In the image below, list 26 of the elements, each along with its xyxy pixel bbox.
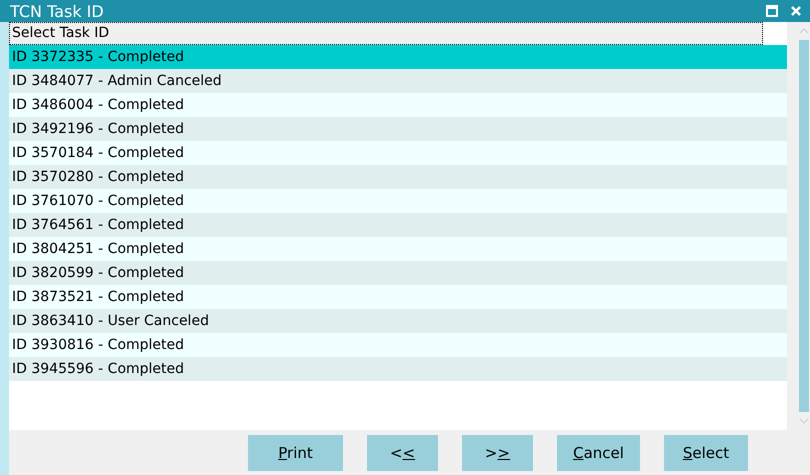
- list-item[interactable]: ID 3873521 - Completed: [9, 285, 787, 309]
- dialog-button[interactable]: Cancel: [557, 434, 640, 470]
- list-item[interactable]: ID 3570184 - Completed: [9, 141, 787, 165]
- scroll-down-icon[interactable]: [798, 418, 808, 424]
- list-item[interactable]: ID 3484077 - Admin Canceled: [9, 69, 787, 93]
- window-title: TCN Task ID: [10, 2, 104, 20]
- list-item[interactable]: ID 3804251 - Completed: [9, 237, 787, 261]
- dialog-button[interactable]: >>: [462, 434, 533, 470]
- maximize-icon[interactable]: [766, 5, 778, 17]
- list-item[interactable]: ID 3945596 - Completed: [9, 357, 787, 381]
- list-item[interactable]: ID 3863410 - User Canceled: [9, 309, 787, 333]
- list-header: Select Task ID: [9, 22, 763, 45]
- list-item[interactable]: ID 3820599 - Completed: [9, 261, 787, 285]
- dialog-button[interactable]: Select: [664, 434, 748, 470]
- close-icon[interactable]: [790, 5, 802, 17]
- list-item[interactable]: ID 3486004 - Completed: [9, 93, 787, 117]
- list-item[interactable]: ID 3570280 - Completed: [9, 165, 787, 189]
- list-item[interactable]: ID 3930816 - Completed: [9, 333, 787, 357]
- list-item[interactable]: ID 3492196 - Completed: [9, 117, 787, 141]
- scroll-up-icon[interactable]: [798, 28, 808, 34]
- list-item[interactable]: ID 3764561 - Completed: [9, 213, 787, 237]
- scrollbar[interactable]: [798, 40, 808, 412]
- dialog-button[interactable]: Print: [248, 434, 343, 470]
- dialog-button[interactable]: <<: [367, 434, 438, 470]
- list-item[interactable]: ID 3761070 - Completed: [9, 189, 787, 213]
- list-item[interactable]: ID 3372335 - Completed: [9, 45, 787, 69]
